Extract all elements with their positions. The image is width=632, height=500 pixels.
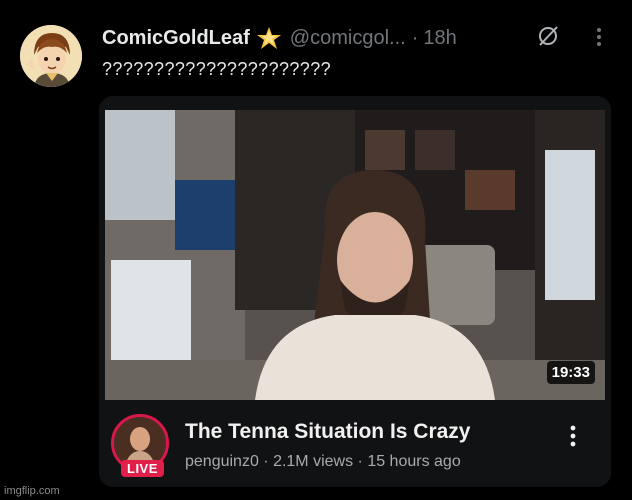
watermark: imgflip.com — [4, 485, 60, 497]
video-thumbnail[interactable]: 19:33 — [105, 110, 605, 400]
avatar-illustration — [20, 25, 82, 87]
tweet-text: ?????????????????????? — [102, 59, 332, 79]
channel-name[interactable]: penguinz0 — [185, 453, 259, 470]
thumbnail-image — [105, 110, 605, 400]
user-avatar[interactable] — [20, 25, 82, 87]
display-name[interactable]: ComicGoldLeaf — [102, 27, 250, 50]
user-handle[interactable]: @comicgol... — [290, 27, 406, 50]
upload-age: 15 hours ago — [367, 453, 461, 470]
video-title[interactable]: The Tenna Situation Is Crazy — [185, 420, 471, 444]
view-count: 2.1M views — [273, 453, 354, 470]
video-duration: 19:33 — [546, 361, 595, 384]
star-badge-icon — [256, 26, 282, 50]
video-card[interactable]: 19:33 LIVE The Tenna Situation Is Crazy … — [99, 96, 611, 487]
video-meta: penguinz0 · 2.1M views · 15 hours ago — [185, 453, 461, 471]
video-more-icon[interactable] — [569, 424, 577, 448]
meta-separator: · — [258, 453, 274, 470]
time-separator: · — [411, 26, 419, 49]
live-badge: LIVE — [121, 460, 164, 477]
meta-separator: · — [353, 453, 368, 470]
tweet-time[interactable]: 18h — [423, 27, 456, 50]
more-options-icon[interactable] — [594, 26, 604, 48]
mute-icon[interactable] — [536, 24, 560, 48]
